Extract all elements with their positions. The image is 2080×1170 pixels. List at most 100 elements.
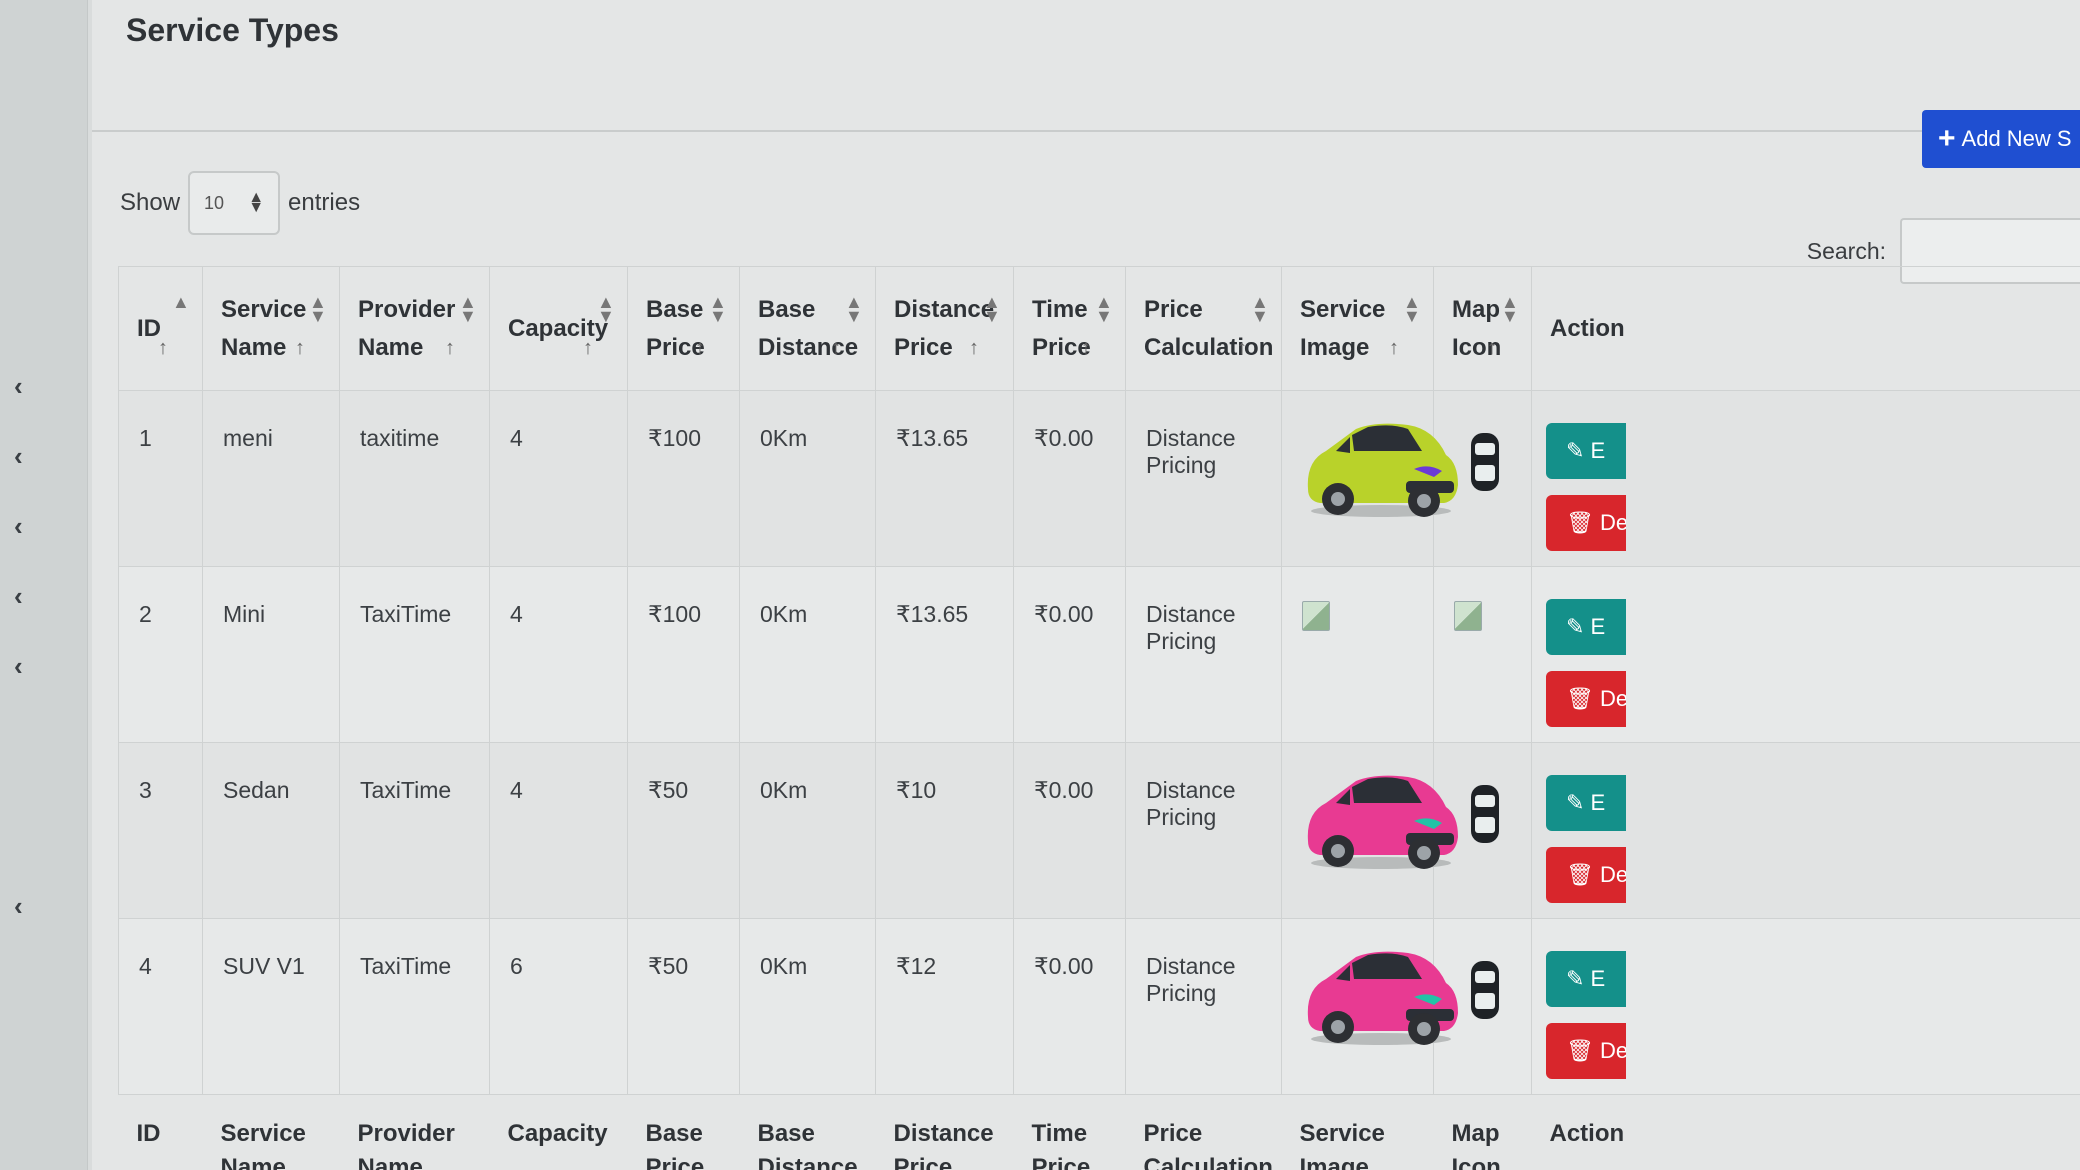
- col-header-service-image[interactable]: Service Image ▲ ▼ ↑: [1281, 266, 1434, 391]
- sort-asc-icon: ↑: [695, 337, 705, 359]
- sort-icon: ▲ ▼: [845, 292, 863, 326]
- chevron-left-icon[interactable]: ‹: [14, 373, 34, 399]
- sort-icon: ▲ ▼: [1501, 292, 1519, 326]
- cell-provider-name: TaxiTime: [339, 918, 490, 1095]
- chevron-left-icon[interactable]: ‹: [14, 443, 34, 469]
- footer-base-price: Base Price: [645, 1120, 705, 1170]
- cell-base-distance: 0Km: [739, 742, 876, 919]
- entries-select[interactable]: 10 ▲ ▼: [188, 171, 281, 235]
- cell-distance-price: ₹10: [875, 742, 1014, 919]
- cell-price-calculation: Distance Pricing: [1125, 566, 1282, 743]
- chevron-left-icon[interactable]: ‹: [14, 513, 34, 539]
- chevron-left-icon[interactable]: ‹: [14, 893, 34, 919]
- sort-asc-icon: ↑: [831, 337, 841, 359]
- sort-icon: ▲ ▼: [597, 292, 615, 326]
- table-row: 2 Mini TaxiTime 4 ₹100 0Km ₹13.65 ₹0.00 …: [118, 566, 2080, 743]
- search-label: Search:: [1806, 237, 1886, 264]
- cell-capacity: 4: [489, 742, 628, 919]
- sort-icon: ▲ ▼: [1095, 292, 1113, 326]
- trash-icon: 🗑: [1566, 686, 1594, 711]
- cell-capacity: 4: [489, 566, 628, 743]
- sort-icon: ▲ ▼: [459, 292, 477, 326]
- col-header-time-price[interactable]: Time Price ▲ ▼ ↑: [1013, 266, 1126, 391]
- edit-icon: ✎: [1566, 790, 1585, 815]
- cell-time-price: ₹0.00: [1013, 390, 1126, 567]
- edit-button[interactable]: ✎ E: [1546, 775, 1626, 831]
- delete-button[interactable]: 🗑 De: [1546, 847, 1626, 903]
- chevron-left-icon[interactable]: ‹: [14, 653, 34, 679]
- edit-button[interactable]: ✎ E: [1546, 599, 1626, 655]
- sort-icon: ▲ ▼: [1403, 292, 1421, 326]
- delete-button[interactable]: 🗑 De: [1546, 495, 1626, 551]
- footer-service-image: Service Image: [1299, 1120, 1385, 1170]
- broken-image-icon: [1454, 601, 1482, 631]
- cell-base-distance: 0Km: [739, 566, 876, 743]
- sort-asc-icon: ↑: [583, 337, 593, 359]
- footer-capacity: Capacity: [507, 1120, 608, 1147]
- cell-distance-price: ₹12: [875, 918, 1014, 1095]
- col-header-provider-name[interactable]: Provider Name ▲ ▼ ↑: [339, 266, 490, 391]
- trash-icon: 🗑: [1566, 510, 1594, 535]
- sort-asc-icon: ↑: [158, 337, 168, 359]
- col-header-service-name[interactable]: Service Name ▲ ▼ ↑: [202, 266, 340, 391]
- add-new-service-label: Add New S: [1961, 126, 2072, 151]
- col-header-base-distance[interactable]: Base Distance ▲ ▼ ↑: [739, 266, 876, 391]
- cell-service-image: [1281, 918, 1458, 1095]
- col-header-price-calculation[interactable]: Price Calculation ▲ ▼ ↑: [1125, 266, 1282, 391]
- car-top-icon: [1471, 961, 1499, 1019]
- cell-base-price: ₹100: [627, 390, 740, 567]
- cell-capacity: 4: [489, 390, 628, 567]
- cell-service-name: SUV V1: [202, 918, 340, 1095]
- cell-capacity: 6: [489, 918, 628, 1095]
- footer-service-name: Service Name: [220, 1120, 306, 1170]
- delete-button[interactable]: 🗑 De: [1546, 1023, 1626, 1079]
- cell-id: 4: [118, 918, 203, 1095]
- edit-icon: ✎: [1566, 438, 1585, 463]
- edit-button[interactable]: ✎ E: [1546, 951, 1626, 1007]
- cell-base-price: ₹50: [627, 918, 740, 1095]
- cell-service-image: [1281, 390, 1458, 567]
- sort-asc-icon: ↑: [1487, 337, 1497, 359]
- sort-asc-icon: ↑: [295, 337, 305, 359]
- chevron-left-icon[interactable]: ‹: [14, 583, 34, 609]
- cell-service-image: [1281, 566, 1434, 743]
- sort-asc-icon: ↑: [1081, 337, 1091, 359]
- col-header-distance-price[interactable]: Distance Price ▲ ▼ ↑: [875, 266, 1014, 391]
- footer-map-icon: Map Icon: [1451, 1120, 1501, 1170]
- cell-price-calculation: Distance Pricing: [1125, 918, 1282, 1095]
- cell-time-price: ₹0.00: [1013, 742, 1126, 919]
- sort-asc-icon: ↑: [1237, 337, 1247, 359]
- col-header-base-price[interactable]: Base Price ▲ ▼ ↑: [627, 266, 740, 391]
- cell-service-name: Sedan: [202, 742, 340, 919]
- trash-icon: 🗑: [1566, 862, 1594, 887]
- col-header-map-icon[interactable]: Map Icon ▲ ▼ ↑: [1433, 266, 1532, 391]
- service-types-table: ID ▲ ↑ Service Name ▲ ▼ ↑ Provider Name ▲ ▼ ↑ Ca…: [118, 266, 2080, 1170]
- edit-icon: ✎: [1566, 614, 1585, 639]
- cell-price-calculation: Distance Pricing: [1125, 742, 1282, 919]
- cell-service-image: [1281, 742, 1458, 919]
- cell-id: 2: [118, 566, 203, 743]
- table-footer-row: ID Service Name Provider Name Capacity B…: [119, 1095, 2080, 1170]
- footer-provider-name: Provider Name: [357, 1120, 455, 1170]
- cell-provider-name: TaxiTime: [339, 566, 490, 743]
- col-header-capacity[interactable]: Capacity ▲ ▼ ↑: [489, 266, 628, 391]
- entries-value: 10: [204, 192, 225, 213]
- col-header-id[interactable]: ID ▲ ↑: [118, 266, 203, 391]
- footer-id: ID: [136, 1120, 161, 1147]
- cell-service-name: meni: [202, 390, 340, 567]
- edit-button[interactable]: ✎ E: [1546, 423, 1626, 479]
- sort-icon: ▲ ▼: [983, 292, 1001, 326]
- cell-actions: ✎ E 🗑 De: [1531, 918, 2080, 1095]
- footer-distance-price: Distance Price: [893, 1120, 994, 1170]
- table-row: 1 meni taxitime 4 ₹100 0Km ₹13.65 ₹0.00 …: [118, 390, 2080, 567]
- footer-action: Action: [1549, 1120, 1625, 1147]
- cell-base-price: ₹50: [627, 742, 740, 919]
- cell-provider-name: TaxiTime: [339, 742, 490, 919]
- entries-length-control: Show 10 ▲ ▼ entries: [120, 170, 360, 236]
- add-new-service-button[interactable]: + Add New S: [1922, 110, 2080, 168]
- delete-button[interactable]: 🗑 De: [1546, 671, 1626, 727]
- car-top-icon: [1471, 785, 1499, 843]
- footer-time-price: Time Price: [1031, 1120, 1091, 1170]
- cell-base-price: ₹100: [627, 566, 740, 743]
- sort-arrows-icon: ▲ ▼: [248, 189, 265, 216]
